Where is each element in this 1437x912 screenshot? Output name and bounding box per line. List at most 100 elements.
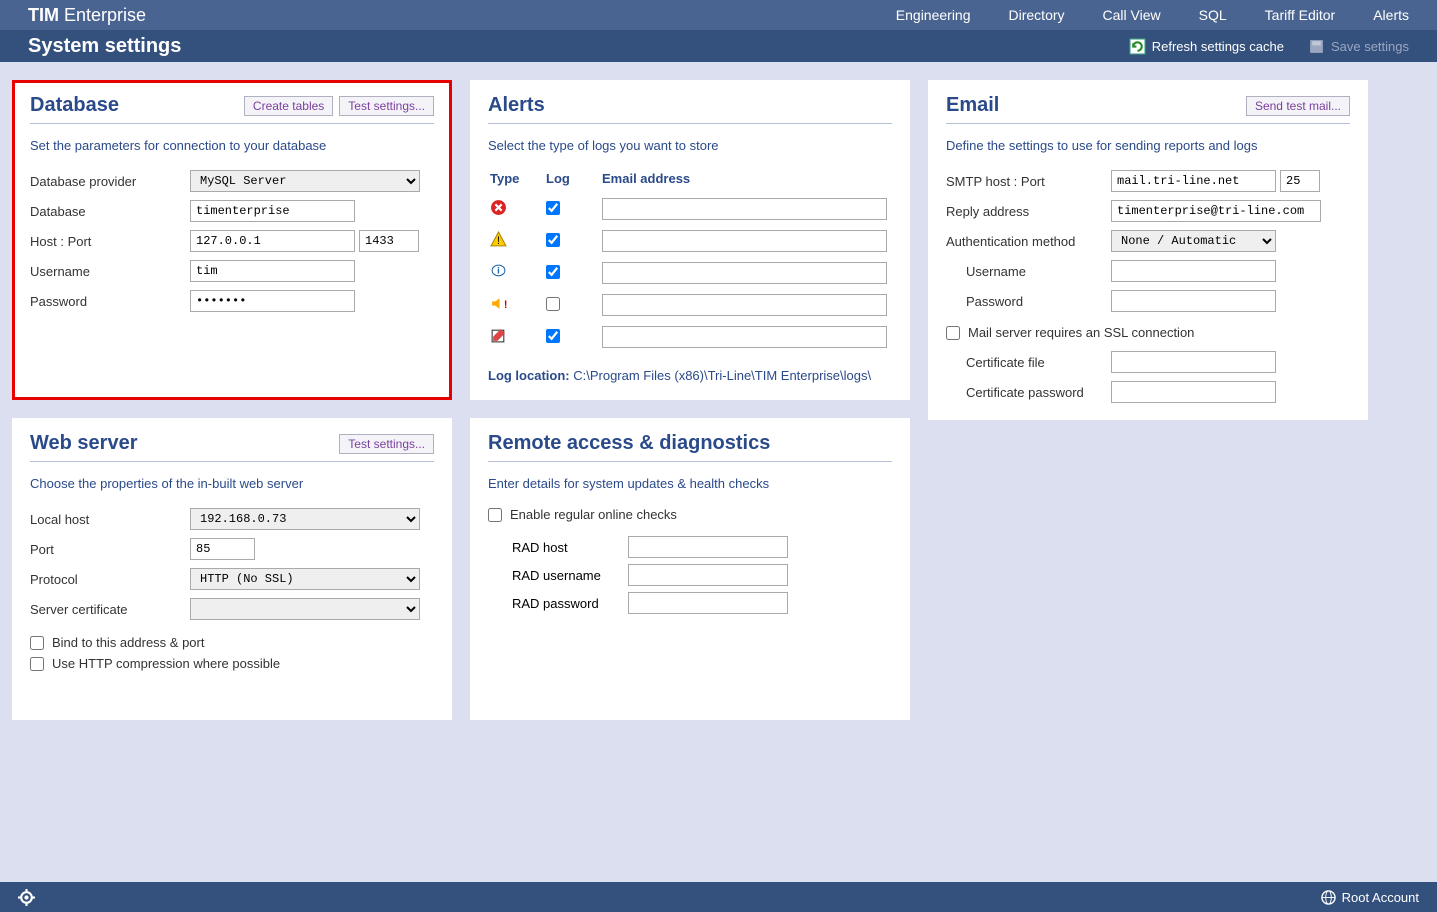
edit-icon [490, 327, 507, 344]
nav-engineering[interactable]: Engineering [896, 7, 971, 23]
rad-pass-input[interactable] [628, 592, 788, 614]
rad-host-label: RAD host [488, 540, 628, 555]
globe-icon [1321, 890, 1336, 905]
remote-desc: Enter details for system updates & healt… [488, 476, 892, 491]
email-desc: Define the settings to use for sending r… [946, 138, 1350, 153]
rad-user-input[interactable] [628, 564, 788, 586]
web-port-label: Port [30, 542, 190, 557]
database-title: Database [30, 94, 119, 117]
log-location-label: Log location: [488, 368, 570, 383]
web-cert-select[interactable] [190, 598, 420, 620]
alerts-th-type: Type [490, 171, 544, 192]
web-proto-label: Protocol [30, 572, 190, 587]
save-settings-button: Save settings [1308, 38, 1409, 55]
send-test-mail-button[interactable]: Send test mail... [1246, 96, 1350, 116]
web-title: Web server [30, 432, 137, 455]
cert-label: Certificate file [946, 355, 1111, 370]
alert-email-4[interactable] [602, 326, 887, 348]
auth-select[interactable]: None / Automatic [1111, 230, 1276, 252]
svg-text:!: ! [504, 299, 507, 311]
save-icon [1308, 38, 1325, 55]
log-location-path: C:\Program Files (x86)\Tri-Line\TIM Ente… [573, 368, 871, 383]
refresh-cache-button[interactable]: Refresh settings cache [1129, 38, 1284, 55]
db-hostport-label: Host : Port [30, 234, 190, 249]
rad-user-label: RAD username [488, 568, 628, 583]
email-title: Email [946, 94, 999, 117]
db-provider-select[interactable]: MySQL Server [190, 170, 420, 192]
database-desc: Set the parameters for connection to you… [30, 138, 434, 153]
db-pass-input[interactable] [190, 290, 355, 312]
web-desc: Choose the properties of the in-built we… [30, 476, 434, 491]
warning-icon: ! [490, 231, 507, 248]
alert-log-check-4[interactable] [546, 329, 560, 343]
email-pass-label: Password [946, 294, 1111, 309]
db-name-label: Database [30, 204, 190, 219]
speaker-alert-icon: ! [490, 295, 507, 312]
alerts-desc: Select the type of logs you want to stor… [488, 138, 892, 153]
reply-label: Reply address [946, 204, 1111, 219]
smtp-label: SMTP host : Port [946, 174, 1111, 189]
alerts-th-log: Log [546, 171, 600, 192]
alert-email-0[interactable] [602, 198, 887, 220]
nav-tariff[interactable]: Tariff Editor [1265, 7, 1336, 23]
certpass-input[interactable] [1111, 381, 1276, 403]
nav-sql[interactable]: SQL [1199, 7, 1227, 23]
alerts-title: Alerts [488, 94, 545, 117]
compress-label: Use HTTP compression where possible [52, 656, 280, 671]
web-host-select[interactable]: 192.168.0.73 [190, 508, 420, 530]
bind-label: Bind to this address & port [52, 635, 204, 650]
alert-email-2[interactable] [602, 262, 887, 284]
email-user-label: Username [946, 264, 1111, 279]
web-cert-label: Server certificate [30, 602, 190, 617]
web-host-label: Local host [30, 512, 190, 527]
db-test-settings-button[interactable]: Test settings... [339, 96, 434, 116]
info-icon: i [490, 263, 507, 280]
email-user-input[interactable] [1111, 260, 1276, 282]
email-pass-input[interactable] [1111, 290, 1276, 312]
webserver-panel: Web server Test settings... Choose the p… [12, 418, 452, 720]
alerts-th-email: Email address [602, 171, 890, 192]
svg-text:i: i [497, 266, 500, 277]
bind-checkbox[interactable] [30, 636, 44, 650]
certpass-label: Certificate password [946, 385, 1111, 400]
web-proto-select[interactable]: HTTP (No SSL) [190, 568, 420, 590]
gear-icon[interactable] [18, 889, 35, 906]
ssl-label: Mail server requires an SSL connection [968, 325, 1194, 340]
alert-log-check-3[interactable] [546, 297, 560, 311]
db-name-input[interactable] [190, 200, 355, 222]
refresh-icon [1129, 38, 1146, 55]
cert-input[interactable] [1111, 351, 1276, 373]
db-user-label: Username [30, 264, 190, 279]
nav-callview[interactable]: Call View [1103, 7, 1161, 23]
remote-title: Remote access & diagnostics [488, 432, 770, 455]
alert-email-3[interactable] [602, 294, 887, 316]
top-nav: Engineering Directory Call View SQL Tari… [896, 7, 1409, 23]
enable-checks-checkbox[interactable] [488, 508, 502, 522]
error-icon [490, 199, 507, 216]
svg-text:!: ! [497, 235, 500, 247]
enable-checks-label: Enable regular online checks [510, 507, 677, 522]
nav-alerts[interactable]: Alerts [1373, 7, 1409, 23]
alert-email-1[interactable] [602, 230, 887, 252]
web-test-settings-button[interactable]: Test settings... [339, 434, 434, 454]
smtp-host-input[interactable] [1111, 170, 1276, 192]
auth-label: Authentication method [946, 234, 1111, 249]
remote-panel: Remote access & diagnostics Enter detail… [470, 418, 910, 720]
rad-host-input[interactable] [628, 536, 788, 558]
smtp-port-input[interactable] [1280, 170, 1320, 192]
db-host-input[interactable] [190, 230, 355, 252]
reply-input[interactable] [1111, 200, 1321, 222]
brand: TIM Enterprise [28, 5, 146, 26]
web-port-input[interactable] [190, 538, 255, 560]
alert-log-check-2[interactable] [546, 265, 560, 279]
ssl-checkbox[interactable] [946, 326, 960, 340]
db-port-input[interactable] [359, 230, 419, 252]
alert-log-check-0[interactable] [546, 201, 560, 215]
create-tables-button[interactable]: Create tables [244, 96, 333, 116]
nav-directory[interactable]: Directory [1009, 7, 1065, 23]
compress-checkbox[interactable] [30, 657, 44, 671]
db-provider-label: Database provider [30, 174, 190, 189]
alert-log-check-1[interactable] [546, 233, 560, 247]
db-user-input[interactable] [190, 260, 355, 282]
footer-user[interactable]: Root Account [1342, 890, 1419, 905]
